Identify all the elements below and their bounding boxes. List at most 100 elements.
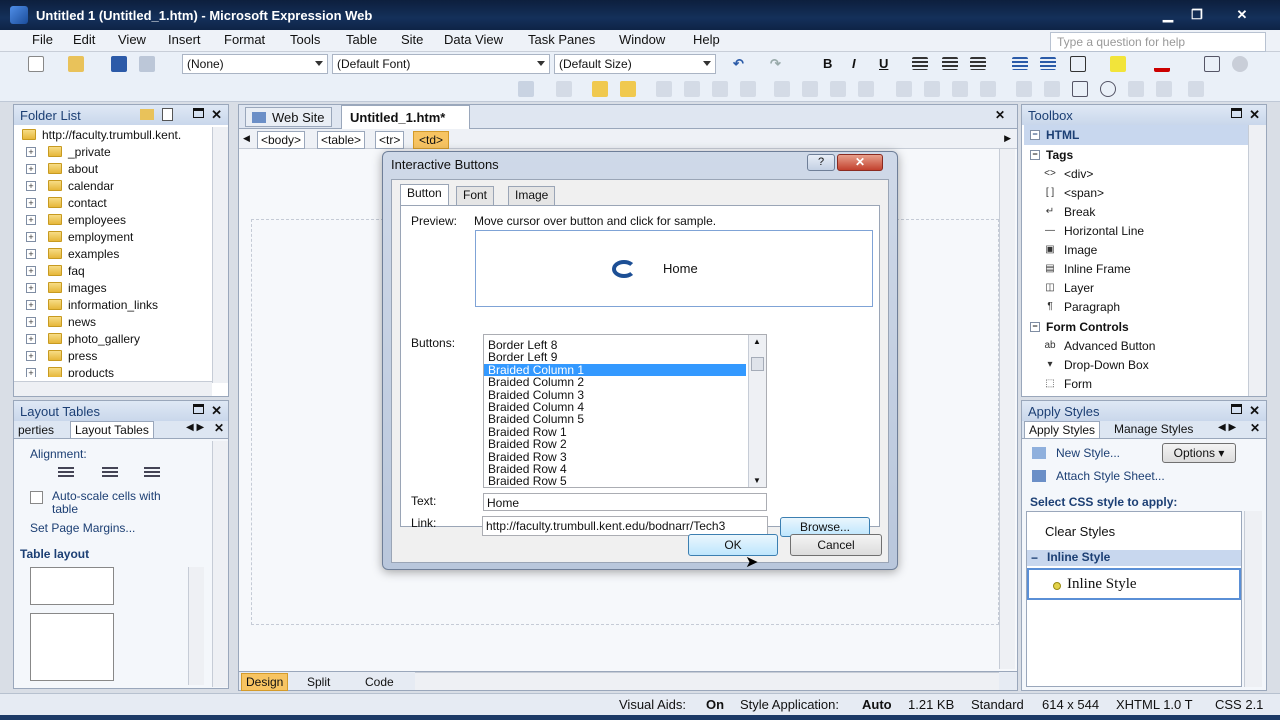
split-view-tab[interactable]: Split	[307, 675, 330, 689]
expand-icon[interactable]: +	[26, 317, 36, 327]
code-view-tab[interactable]: Code	[365, 675, 394, 689]
expand-icon[interactable]: +	[26, 198, 36, 208]
font-color-icon[interactable]	[1154, 56, 1170, 72]
hotspot-icon[interactable]	[980, 81, 996, 97]
dialog-close-button[interactable]: ✕	[837, 154, 883, 171]
toolbox-item[interactable]: ⬚ Form	[1024, 375, 1248, 394]
preview-box[interactable]: Home	[475, 230, 873, 307]
ok-button[interactable]: OK	[688, 534, 778, 556]
options-button[interactable]: Options ▾	[1162, 443, 1236, 463]
button-style-option[interactable]: Braided Row 2	[484, 438, 746, 450]
folder-item[interactable]: + photo_gallery	[18, 331, 214, 348]
folder-item[interactable]: + images	[18, 280, 214, 297]
form-controls-section[interactable]: − Form Controls	[1024, 317, 1248, 337]
folder-item[interactable]: + contact	[18, 195, 214, 212]
folder-item[interactable]: + faq	[18, 263, 214, 280]
expand-icon[interactable]: +	[26, 368, 36, 377]
expand-icon[interactable]: +	[26, 300, 36, 310]
folder-item[interactable]: + examples	[18, 246, 214, 263]
borders-icon[interactable]	[1070, 56, 1086, 72]
document-hscrollbar[interactable]	[415, 672, 999, 690]
insert-picture-icon[interactable]	[518, 81, 534, 97]
bold-button[interactable]: B	[823, 56, 832, 71]
cancel-button[interactable]: Cancel	[790, 534, 882, 556]
button-style-option[interactable]: Braided Column 2	[484, 376, 746, 388]
document-vscrollbar[interactable]	[999, 149, 1015, 669]
tab-website[interactable]: Web Site	[245, 107, 332, 127]
styles-scrollbar[interactable]	[1244, 511, 1262, 687]
align-left-icon[interactable]	[912, 57, 928, 70]
circle-icon[interactable]	[1100, 81, 1116, 97]
bevel-icon[interactable]	[896, 81, 912, 97]
toolbox-item[interactable]: ◫ Layer	[1024, 279, 1248, 298]
visual-aids-value[interactable]: On	[706, 697, 724, 712]
align-left-icon[interactable]	[58, 467, 74, 479]
expand-icon[interactable]: +	[26, 283, 36, 293]
folder-item[interactable]: + employees	[18, 212, 214, 229]
expand-icon[interactable]: +	[26, 351, 36, 361]
maximize-icon[interactable]	[1231, 108, 1242, 118]
maximize-icon[interactable]	[193, 404, 204, 414]
menu-format[interactable]: Format	[224, 32, 265, 50]
design-view-tab[interactable]: Design	[241, 673, 289, 691]
menu-table[interactable]: Table	[346, 32, 377, 50]
toolbox-item[interactable]: ▾ Drop-Down Box	[1024, 356, 1248, 375]
flip-icon[interactable]	[712, 81, 728, 97]
folder-root[interactable]: http://faculty.trumbull.kent.	[18, 127, 214, 144]
toolbox-item[interactable]: ¶ Paragraph	[1024, 298, 1248, 317]
maximize-button[interactable]: ❐	[1185, 5, 1209, 25]
numbering-icon[interactable]	[1012, 57, 1028, 70]
close-icon[interactable]: ✕	[1249, 107, 1260, 123]
bring-forward-icon[interactable]	[592, 81, 608, 97]
menu-window[interactable]: Window	[619, 32, 665, 50]
expand-icon[interactable]: +	[26, 147, 36, 157]
polygon-icon[interactable]	[1128, 81, 1144, 97]
italic-button[interactable]: I	[852, 56, 856, 71]
menu-insert[interactable]: Insert	[168, 32, 201, 50]
style-application-value[interactable]: Auto	[862, 697, 892, 712]
menu-task-panes[interactable]: Task Panes	[528, 32, 595, 50]
folder-item[interactable]: + press	[18, 348, 214, 365]
set-margins-link[interactable]: Set Page Margins...	[30, 521, 135, 535]
rotate-left-icon[interactable]	[656, 81, 672, 97]
contrast-icon[interactable]	[774, 81, 790, 97]
close-icon[interactable]: ✕	[1250, 421, 1260, 435]
help-search-input[interactable]: Type a question for help	[1050, 32, 1266, 52]
style-select[interactable]: (None)	[182, 54, 328, 74]
folder-item[interactable]: + information_links	[18, 297, 214, 314]
tab-layout-tables[interactable]: Layout Tables	[70, 421, 154, 438]
tab-untitled-file[interactable]: Untitled_1.htm*	[341, 105, 471, 129]
menu-edit[interactable]: Edit	[73, 32, 95, 50]
table-layout-scrollbar[interactable]	[188, 567, 204, 685]
tag-table[interactable]: <table>	[317, 131, 366, 149]
new-style-link[interactable]: New Style...	[1056, 446, 1120, 460]
buttons-list-scrollbar[interactable]: ▲ ▼	[748, 335, 766, 487]
attach-style-sheet-link[interactable]: Attach Style Sheet...	[1056, 469, 1165, 483]
tab-font[interactable]: Font	[456, 186, 495, 205]
resample-icon[interactable]	[924, 81, 940, 97]
inline-style-item[interactable]: Inline Style	[1027, 568, 1241, 600]
close-window-button[interactable]: ✕	[1230, 5, 1254, 25]
expand-icon[interactable]: +	[26, 164, 36, 174]
folder-item[interactable]: + products	[18, 365, 214, 377]
toolbox-item[interactable]: <> <div>	[1024, 165, 1248, 184]
align-right-icon[interactable]	[144, 467, 160, 479]
align-center-icon[interactable]	[942, 57, 958, 70]
close-icon[interactable]: ✕	[211, 403, 222, 419]
close-icon[interactable]: ✕	[1249, 403, 1260, 419]
save-icon[interactable]	[111, 56, 127, 72]
close-icon[interactable]: ✕	[214, 421, 224, 435]
maximize-icon[interactable]	[193, 108, 204, 118]
css-version[interactable]: CSS 2.1	[1215, 697, 1263, 712]
folder-item[interactable]: + _private	[18, 144, 214, 161]
toolbox-item[interactable]: ▤ Inline Frame	[1024, 260, 1248, 279]
rectangle-hotspot-icon[interactable]	[1016, 81, 1032, 97]
crop-icon[interactable]	[830, 81, 846, 97]
tab-image[interactable]: Image	[508, 186, 556, 205]
tag-td[interactable]: <td>	[413, 131, 450, 149]
button-style-option[interactable]: Braided Row 5	[484, 475, 746, 487]
font-select[interactable]: (Default Font)	[332, 54, 550, 74]
autoscale-checkbox[interactable]	[30, 491, 43, 504]
highlight-icon[interactable]	[1110, 56, 1126, 72]
menu-file[interactable]: File	[32, 32, 53, 50]
